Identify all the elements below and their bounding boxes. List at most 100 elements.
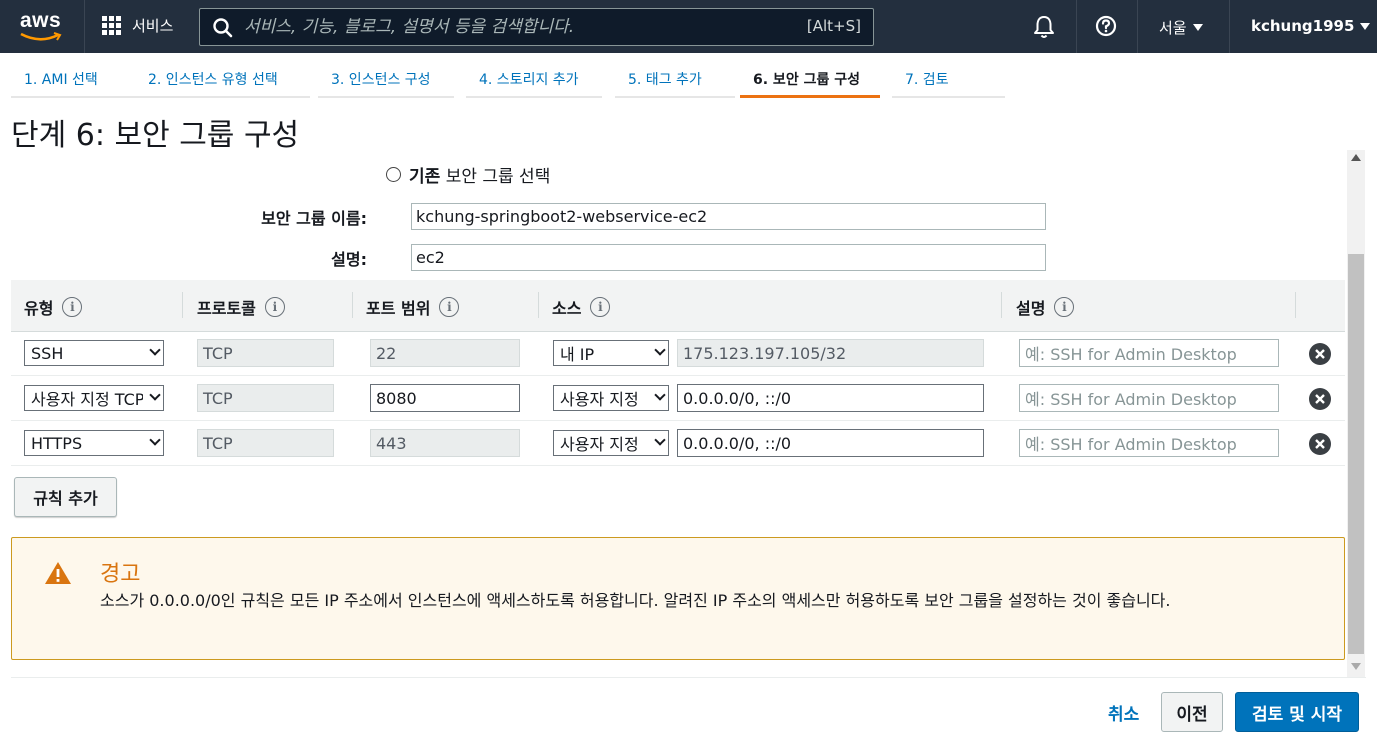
col-divider bbox=[1001, 292, 1002, 318]
col-port-label: 포트 범위 bbox=[366, 299, 431, 318]
scroll-up-arrow-icon[interactable] bbox=[1351, 154, 1361, 161]
rule-description-input[interactable]: 예: SSH for Admin Desktop bbox=[1019, 384, 1279, 412]
source-type-value: 내 IP bbox=[560, 345, 595, 364]
source-type-select[interactable]: 사용자 지정 bbox=[553, 430, 669, 456]
top-nav: aws 서비스 [Alt+S] 서울 kchung1995 bbox=[0, 0, 1377, 53]
content-panel: 기존 보안 그룹 선택 보안 그룹 이름: kchung-springboot2… bbox=[0, 150, 1366, 678]
previous-button[interactable]: 이전 bbox=[1161, 692, 1223, 732]
tab-storage[interactable]: 4. 스토리지 추가 bbox=[466, 60, 602, 98]
tab-instance-config[interactable]: 3. 인스턴스 구성 bbox=[318, 60, 454, 98]
info-icon[interactable]: i bbox=[1054, 297, 1075, 317]
scroll-down-arrow-icon[interactable] bbox=[1351, 663, 1361, 670]
remove-rule-icon[interactable] bbox=[1309, 388, 1331, 410]
source-cidr-input[interactable]: 0.0.0.0/0, ::/0 bbox=[677, 384, 984, 412]
chevron-down-icon bbox=[654, 434, 666, 446]
vertical-scrollbar[interactable] bbox=[1347, 150, 1365, 678]
grid-icon bbox=[102, 15, 122, 36]
aws-logo[interactable]: aws bbox=[18, 9, 64, 43]
chevron-down-icon bbox=[654, 389, 666, 401]
tab-ami[interactable]: 1. AMI 선택 bbox=[11, 60, 135, 98]
account-menu[interactable]: kchung1995 bbox=[1251, 17, 1371, 35]
nav-divider bbox=[84, 0, 85, 53]
search-box[interactable]: [Alt+S] bbox=[199, 8, 874, 46]
chevron-down-icon bbox=[654, 344, 666, 356]
cancel-link[interactable]: 취소 bbox=[1108, 700, 1139, 725]
protocol-field: TCP bbox=[197, 339, 334, 367]
rule-description-input[interactable]: 예: SSH for Admin Desktop bbox=[1019, 429, 1279, 457]
existing-sg-option[interactable]: 기존 보안 그룹 선택 bbox=[386, 162, 550, 187]
sg-description-field[interactable]: ec2 bbox=[411, 244, 1046, 271]
nav-divider bbox=[1229, 0, 1230, 53]
tab-instance-type[interactable]: 2. 인스턴스 유형 선택 bbox=[135, 60, 310, 98]
col-protocol: 프로토콜 i bbox=[197, 295, 285, 319]
caret-down-icon bbox=[1192, 24, 1203, 31]
remove-rule-icon[interactable] bbox=[1309, 343, 1331, 365]
region-selector[interactable]: 서울 bbox=[1159, 17, 1203, 38]
warning-icon bbox=[45, 562, 71, 584]
chevron-down-icon bbox=[149, 389, 161, 401]
existing-radio-label: 기존 보안 그룹 선택 bbox=[409, 162, 550, 187]
chevron-down-icon bbox=[149, 434, 161, 446]
source-cidr-field: 175.123.197.105/32 bbox=[677, 339, 984, 367]
protocol-field: TCP bbox=[197, 384, 334, 412]
col-description-label: 설명 bbox=[1016, 299, 1046, 318]
nav-divider bbox=[1076, 0, 1077, 53]
page-title: 단계 6: 보안 그룹 구성 bbox=[11, 118, 300, 153]
rule-type-value: 사용자 지정 TCP bbox=[31, 390, 143, 409]
tab-tags[interactable]: 5. 태그 추가 bbox=[615, 60, 735, 98]
radio-existing[interactable] bbox=[386, 167, 401, 182]
nav-divider bbox=[1137, 0, 1138, 53]
bell-icon[interactable] bbox=[1032, 14, 1056, 40]
aws-logo-text: aws bbox=[20, 9, 62, 32]
col-type: 유형 i bbox=[24, 295, 83, 319]
rule-type-value: HTTPS bbox=[31, 433, 83, 453]
protocol-field: TCP bbox=[197, 429, 334, 457]
services-menu[interactable]: 서비스 bbox=[102, 15, 173, 36]
info-icon[interactable]: i bbox=[264, 297, 285, 317]
col-divider bbox=[182, 292, 183, 318]
scroll-thumb[interactable] bbox=[1348, 254, 1364, 654]
footer-divider bbox=[11, 677, 1366, 678]
region-label: 서울 bbox=[1159, 19, 1187, 37]
review-and-launch-button[interactable]: 검토 및 시작 bbox=[1235, 692, 1359, 732]
port-range-input[interactable]: 8080 bbox=[370, 384, 520, 412]
search-shortcut: [Alt+S] bbox=[806, 17, 861, 35]
alert-title: 경고 bbox=[100, 562, 141, 587]
col-divider bbox=[538, 292, 539, 318]
rule-type-select[interactable]: HTTPS bbox=[24, 430, 164, 456]
col-protocol-label: 프로토콜 bbox=[197, 299, 256, 318]
existing-radio-text: 보안 그룹 선택 bbox=[445, 167, 551, 187]
col-description: 설명 i bbox=[1016, 295, 1075, 319]
source-cidr-input[interactable]: 0.0.0.0/0, ::/0 bbox=[677, 429, 984, 457]
help-icon[interactable] bbox=[1095, 15, 1117, 37]
col-type-label: 유형 bbox=[24, 299, 54, 318]
info-icon[interactable]: i bbox=[439, 297, 460, 317]
table-row: SSH TCP 22 내 IP 175.123.197.105/32 예: SS… bbox=[11, 331, 1345, 376]
rule-description-input[interactable]: 예: SSH for Admin Desktop bbox=[1019, 339, 1279, 367]
tab-security-group[interactable]: 6. 보안 그룹 구성 bbox=[740, 60, 880, 98]
rules-table-header: 유형 i 프로토콜 i 포트 범위 i 소스 i 설명 i bbox=[11, 280, 1345, 332]
source-type-value: 사용자 지정 bbox=[560, 435, 639, 454]
rule-type-value: SSH bbox=[31, 343, 64, 363]
search-input[interactable] bbox=[244, 14, 784, 40]
search-icon bbox=[213, 18, 233, 38]
info-icon[interactable]: i bbox=[590, 297, 611, 317]
aws-smile-icon bbox=[20, 32, 62, 41]
col-source-label: 소스 bbox=[552, 299, 582, 318]
caret-down-icon bbox=[1360, 22, 1371, 30]
existing-radio-bold: 기존 bbox=[409, 167, 441, 187]
warning-alert: 경고 소스가 0.0.0.0/0인 규칙은 모든 IP 주소에서 인스턴스에 액… bbox=[11, 537, 1345, 660]
remove-rule-icon[interactable] bbox=[1309, 433, 1331, 455]
col-source: 소스 i bbox=[552, 295, 611, 319]
source-type-select[interactable]: 내 IP bbox=[553, 340, 669, 366]
port-range-field: 443 bbox=[370, 429, 520, 457]
tab-review[interactable]: 7. 검토 bbox=[892, 60, 1005, 98]
rule-type-select[interactable]: SSH bbox=[24, 340, 164, 366]
port-range-field: 22 bbox=[370, 339, 520, 367]
sg-name-field[interactable]: kchung-springboot2-webservice-ec2 bbox=[411, 203, 1046, 230]
info-icon[interactable]: i bbox=[62, 297, 83, 317]
rule-type-select[interactable]: 사용자 지정 TCP bbox=[24, 385, 164, 411]
sg-description-label: 설명: bbox=[331, 250, 367, 269]
add-rule-button[interactable]: 규칙 추가 bbox=[14, 477, 117, 517]
source-type-select[interactable]: 사용자 지정 bbox=[553, 385, 669, 411]
